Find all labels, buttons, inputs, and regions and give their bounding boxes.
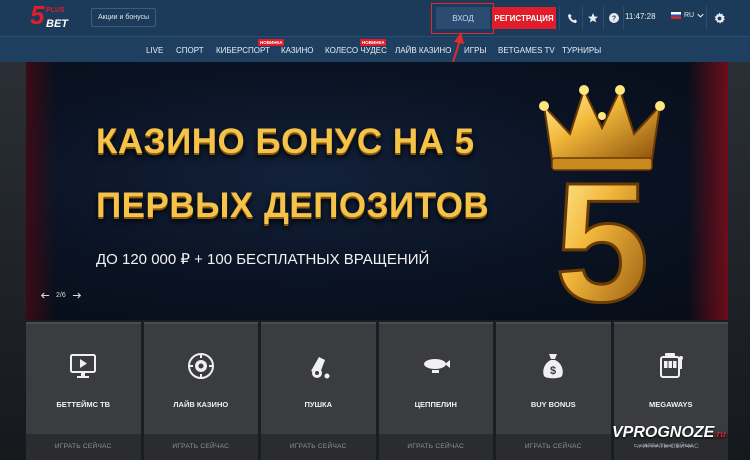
- flag-icon: [671, 12, 681, 19]
- nav-item-live[interactable]: LIVE: [146, 46, 163, 55]
- logo-text: BET: [46, 18, 68, 30]
- main-nav: LIVE СПОРТ КИБЕРСПОРТ НОВИНКА КАЗИНО КОЛ…: [0, 36, 750, 62]
- tile-label: ЛАЙВ КАЗИНО: [173, 400, 229, 409]
- gear-icon[interactable]: [711, 10, 727, 26]
- nav-item-esports[interactable]: КИБЕРСПОРТ: [216, 46, 270, 55]
- language-label: RU: [684, 12, 695, 19]
- banner-title-line2: ПЕРВЫХ ДЕПОЗИТОВ: [96, 186, 490, 225]
- tile-zeppelin[interactable]: ЦЕППЕЛИН ИГРАТЬ СЕЙЧАС: [378, 322, 493, 460]
- tile-label: ПУШКА: [304, 400, 333, 409]
- header-divider: [706, 6, 707, 30]
- clock: 11:47:28: [625, 12, 656, 21]
- cannon-icon: [300, 348, 336, 384]
- tile-cannon[interactable]: ПУШКА ИГРАТЬ СЕЙЧАС: [261, 322, 376, 460]
- nav-item-betgames[interactable]: BETGAMES TV: [498, 46, 555, 55]
- tile-label: БЕТТЕЙМС ТВ: [56, 400, 111, 409]
- logo-small-text: PLUS: [46, 7, 65, 14]
- banner-glow-left: [26, 62, 56, 320]
- top-header: 5 PLUS BET Акции и бонусы ВХОД РЕГИСТРАЦ…: [0, 0, 750, 36]
- help-icon[interactable]: ?: [606, 10, 622, 26]
- tile-live-casino[interactable]: ЛАЙВ КАЗИНО ИГРАТЬ СЕЙЧАС: [143, 322, 258, 460]
- header-divider: [582, 6, 583, 30]
- play-now-button[interactable]: ИГРАТЬ СЕЙЧАС: [261, 434, 376, 460]
- register-button[interactable]: РЕГИСТРАЦИЯ: [492, 7, 556, 29]
- nav-item-wheel[interactable]: КОЛЕСО ЧУДЕС: [325, 46, 387, 55]
- nav-item-tournaments[interactable]: ТУРНИРЫ: [562, 46, 601, 55]
- watermark: VPROGNOZE.ru: [612, 424, 726, 442]
- promo-banner[interactable]: КАЗИНО БОНУС НА 5 ПЕРВЫХ ДЕПОЗИТОВ ДО 12…: [26, 62, 728, 320]
- arrow-right-icon[interactable]: [72, 292, 82, 299]
- logo-number: 5: [30, 0, 45, 30]
- tile-betgames-tv[interactable]: БЕТТЕЙМС ТВ ИГРАТЬ СЕЙЧАС: [26, 322, 141, 460]
- page: 5 PLUS BET Акции и бонусы ВХОД РЕГИСТРАЦ…: [0, 0, 750, 460]
- tile-label: ЦЕППЕЛИН: [414, 400, 457, 409]
- logo[interactable]: 5 PLUS BET: [30, 0, 74, 32]
- money-bag-icon: $: [535, 348, 571, 384]
- svg-text:$: $: [550, 365, 556, 377]
- header-divider: [623, 6, 624, 30]
- language-selector[interactable]: RU: [671, 12, 704, 19]
- tile-buy-bonus[interactable]: $ BUY BONUS ИГРАТЬ СЕЙЧАС: [496, 322, 611, 460]
- new-badge: НОВИНКА: [360, 39, 387, 46]
- arrow-left-icon[interactable]: [40, 292, 50, 299]
- banner-subtitle: ДО 120 000 ₽ + 100 БЕСПЛАТНЫХ ВРАЩЕНИЙ: [96, 251, 430, 268]
- banner-glow-right: [688, 62, 728, 320]
- promo-button[interactable]: Акции и бонусы: [91, 8, 157, 27]
- art-number: 5: [555, 148, 650, 316]
- banner-pager: 2/6: [40, 292, 82, 299]
- banner-title-line1: КАЗИНО БОНУС НА 5: [96, 122, 475, 161]
- header-divider: [559, 6, 560, 30]
- background-left: [0, 62, 26, 460]
- new-badge: НОВИНКА: [258, 39, 285, 46]
- star-icon[interactable]: [585, 10, 601, 26]
- play-now-button[interactable]: ИГРАТЬ СЕЙЧАС: [496, 434, 611, 460]
- zeppelin-icon: [418, 348, 454, 384]
- play-now-button[interactable]: ИГРАТЬ СЕЙЧАС: [26, 434, 141, 460]
- header-divider: [603, 6, 604, 30]
- roulette-icon: [183, 348, 219, 384]
- tile-label: BUY BONUS: [530, 400, 576, 409]
- slot-machine-icon: [653, 348, 689, 384]
- crown-five-art: 5: [539, 85, 665, 316]
- svg-text:?: ?: [612, 16, 616, 23]
- watermark-tagline: Сделанные ставки прогнозы: [634, 443, 694, 448]
- play-now-button[interactable]: ИГРАТЬ СЕЙЧАС: [143, 434, 258, 460]
- watermark-suffix: .ru: [714, 429, 726, 439]
- tv-play-icon: [65, 348, 101, 384]
- tile-label: MEGAWAYS: [649, 400, 693, 409]
- play-now-button[interactable]: ИГРАТЬ СЕЙЧАС: [378, 434, 493, 460]
- nav-item-casino[interactable]: КАЗИНО: [281, 46, 314, 55]
- phone-icon[interactable]: [564, 10, 580, 26]
- pager-count: 2/6: [56, 292, 66, 299]
- nav-item-sport[interactable]: СПОРТ: [176, 46, 204, 55]
- chevron-down-icon: [697, 13, 704, 18]
- watermark-text: VPROGNOZE: [612, 424, 715, 441]
